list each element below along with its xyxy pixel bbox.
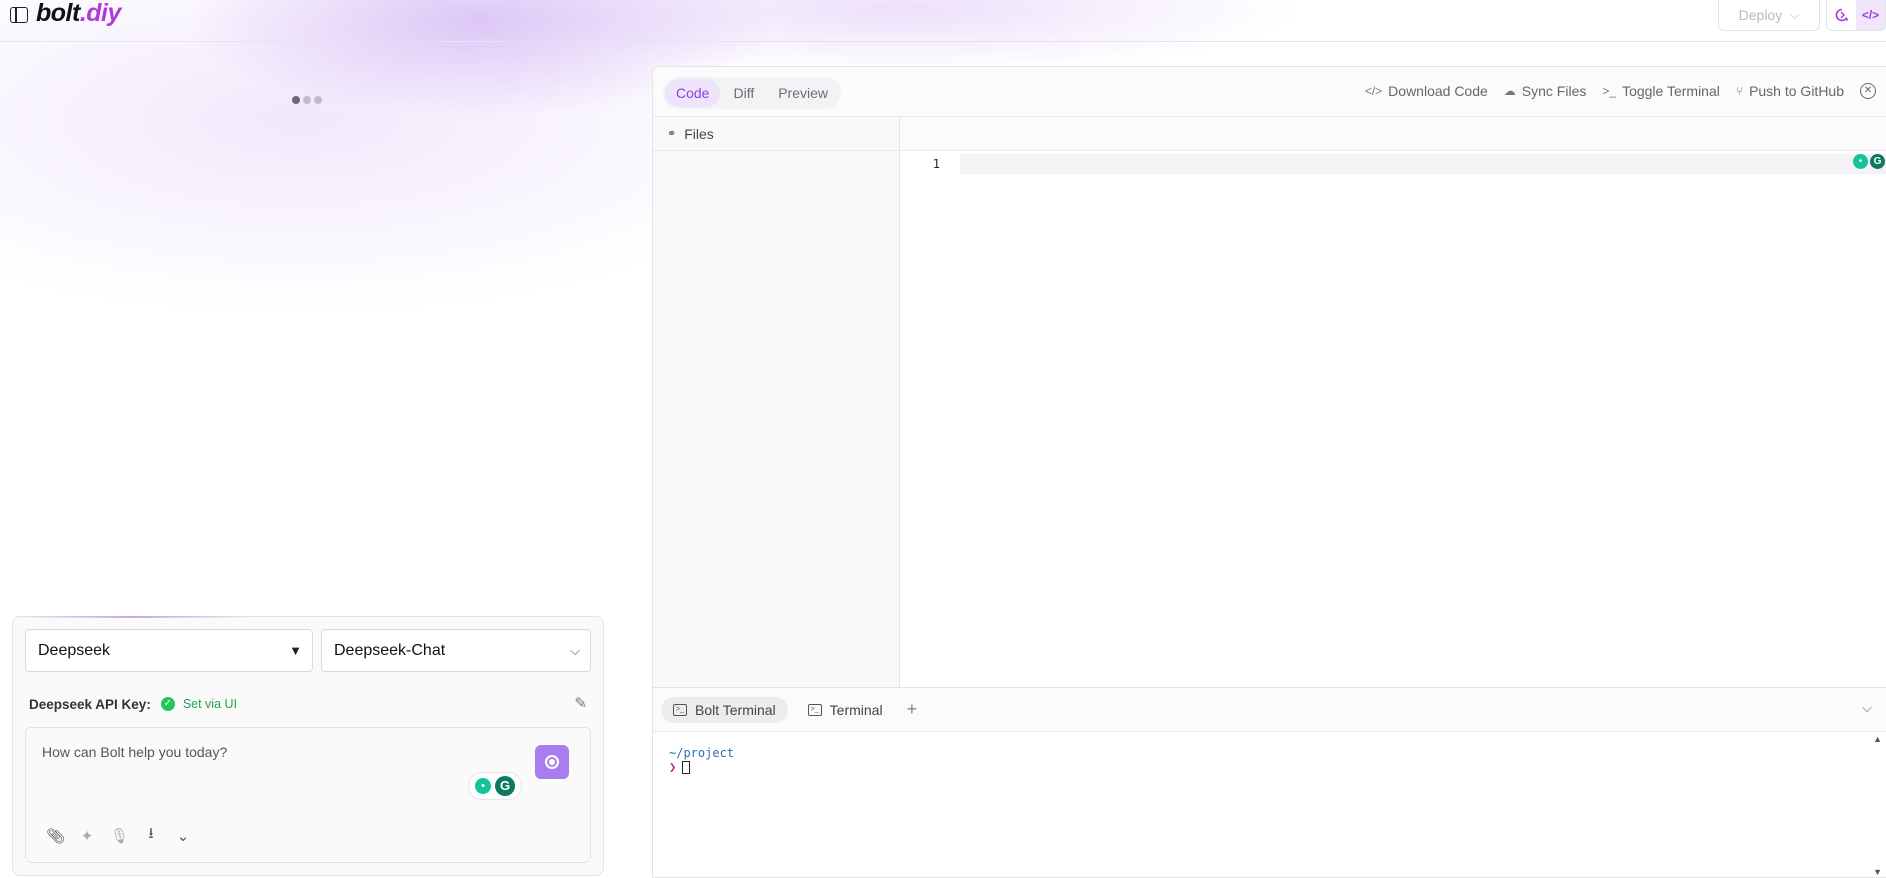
chevron-down-icon[interactable]: ⌄ [174, 827, 192, 845]
push-github-label: Push to GitHub [1749, 83, 1844, 99]
sync-files-label: Sync Files [1521, 83, 1587, 99]
app-logo[interactable]: bolt.diy [36, 0, 121, 28]
terminal-icon: >_ [807, 703, 822, 716]
terminal-icon: >_ [673, 703, 687, 716]
terminal-label: Terminal [829, 701, 883, 718]
model-value: Deepseek-Chat [334, 641, 446, 659]
active-line-highlight: • G [960, 154, 1886, 174]
chevron-down-icon[interactable]: ⌵ [1862, 700, 1872, 716]
bolt-terminal-label: Bolt Terminal [695, 701, 776, 718]
toggle-terminal-button[interactable]: >_ Toggle Terminal [1602, 83, 1719, 99]
prompt-toolbar: 📎︎ ✦ 🎙︎ ⭳ ⌄ [46, 823, 192, 848]
tab-diff[interactable]: Diff [722, 79, 765, 107]
terminal-output[interactable]: ~/project ❯ [653, 732, 1886, 788]
grammarly-bulb-icon: • [1853, 154, 1868, 169]
cloud-sync-icon: ☁ [1503, 84, 1516, 98]
microphone-icon[interactable]: 🎙︎ [110, 827, 129, 845]
model-select[interactable]: Deepseek-Chat ⌵ [321, 629, 591, 672]
chevron-down-icon: ⌵ [1790, 7, 1800, 22]
api-key-label: Deepseek API Key: [29, 696, 151, 712]
grammarly-bulb-icon: • [475, 778, 491, 794]
tab-terminal[interactable]: >_ Terminal [796, 697, 895, 723]
push-github-button[interactable]: ⑂ Push to GitHub [1736, 83, 1844, 99]
loading-indicator [292, 96, 322, 104]
editor-tab-strip [900, 117, 1886, 151]
files-header: ⚭ Files [653, 117, 899, 151]
line-number: 1 [932, 157, 940, 171]
tab-preview[interactable]: Preview [767, 79, 839, 107]
bolt-chat-icon [1835, 8, 1848, 22]
prompt-input[interactable] [42, 744, 462, 760]
workbench-toolbar: Code Diff Preview </> Download Code ☁ Sy… [653, 67, 1886, 117]
workbench-tabs: Code Diff Preview [663, 77, 842, 109]
provider-value: Deepseek [38, 641, 111, 659]
file-tree-panel: ⚭ Files [653, 117, 900, 687]
api-key-row: Deepseek API Key: ✓ Set via UI ✎ [29, 694, 589, 714]
sync-files-button[interactable]: ☁ Sync Files [1504, 83, 1587, 99]
tab-code[interactable]: Code [665, 79, 721, 107]
close-icon[interactable]: ✕ [1860, 83, 1876, 99]
terminal-path: ~/project [669, 746, 735, 760]
grammarly-widget[interactable]: • G [1853, 154, 1885, 169]
view-toggle: </> [1826, 0, 1886, 31]
grammarly-logo-icon: G [1870, 154, 1885, 169]
download-code-button[interactable]: </> Download Code [1365, 83, 1488, 99]
terminal-cursor [682, 761, 691, 774]
provider-select[interactable]: Deepseek ▼ [25, 629, 313, 672]
chat-view-button[interactable] [1827, 0, 1856, 30]
toggle-terminal-label: Toggle Terminal [1622, 83, 1720, 99]
api-key-status: Set via UI [182, 697, 237, 711]
files-label: Files [684, 125, 714, 142]
tab-bolt-terminal[interactable]: >_ Bolt Terminal [661, 696, 788, 723]
code-icon: </> [1364, 84, 1383, 98]
workbench-actions: </> Download Code ☁ Sync Files >_ Toggle… [1365, 83, 1876, 99]
sparkle-icon[interactable]: ✦ [78, 827, 96, 845]
chat-input-panel: Deepseek ▼ Deepseek-Chat ⌵ Deepseek API … [12, 616, 604, 876]
code-icon: </> [1861, 8, 1880, 22]
scroll-down-arrow[interactable]: ▼ [1873, 867, 1882, 877]
logo-accent: .diy [79, 0, 122, 27]
add-terminal-button[interactable]: + [907, 699, 918, 720]
file-tree-icon: ⚭ [667, 128, 677, 140]
send-icon [545, 755, 559, 769]
download-code-label: Download Code [1388, 83, 1488, 99]
grammarly-logo-icon: G [495, 776, 515, 796]
terminal-panel: >_ Bolt Terminal >_ Terminal + ⌵ ~/proje… [653, 687, 1886, 877]
code-editor[interactable]: 1 • G [900, 117, 1886, 687]
pencil-icon[interactable]: ✎ [574, 694, 587, 712]
workbench: Code Diff Preview </> Download Code ☁ Sy… [652, 66, 1886, 878]
chevron-down-icon: ⌵ [570, 643, 580, 658]
check-circle-icon: ✓ [160, 697, 175, 711]
prompt-area: • G 📎︎ ✦ 🎙︎ ⭳ ⌄ [25, 727, 591, 863]
terminal-tabs: >_ Bolt Terminal >_ Terminal + [653, 688, 1886, 732]
terminal-prompt-icon: >_ [1602, 84, 1617, 98]
editor-line: 1 • G [900, 154, 1886, 174]
chevron-down-icon: ▼ [289, 643, 302, 658]
app-header: bolt.diy Deploy ⌵ </> [0, 0, 1886, 42]
terminal-prompt: ❯ [669, 760, 677, 774]
deploy-button[interactable]: Deploy ⌵ [1718, 0, 1820, 31]
logo-main: bolt [36, 0, 80, 27]
paperclip-icon[interactable]: 📎︎ [46, 827, 65, 845]
deploy-label: Deploy [1738, 7, 1783, 23]
sidebar-toggle-icon[interactable] [10, 7, 28, 23]
scroll-up-arrow[interactable]: ▲ [1873, 734, 1882, 744]
grammarly-widget[interactable]: • G [468, 772, 522, 800]
send-button[interactable] [535, 745, 569, 779]
code-view-button[interactable]: </> [1856, 0, 1885, 30]
download-icon[interactable]: ⭳ [142, 823, 160, 848]
git-branch-icon: ⑂ [1735, 84, 1744, 98]
